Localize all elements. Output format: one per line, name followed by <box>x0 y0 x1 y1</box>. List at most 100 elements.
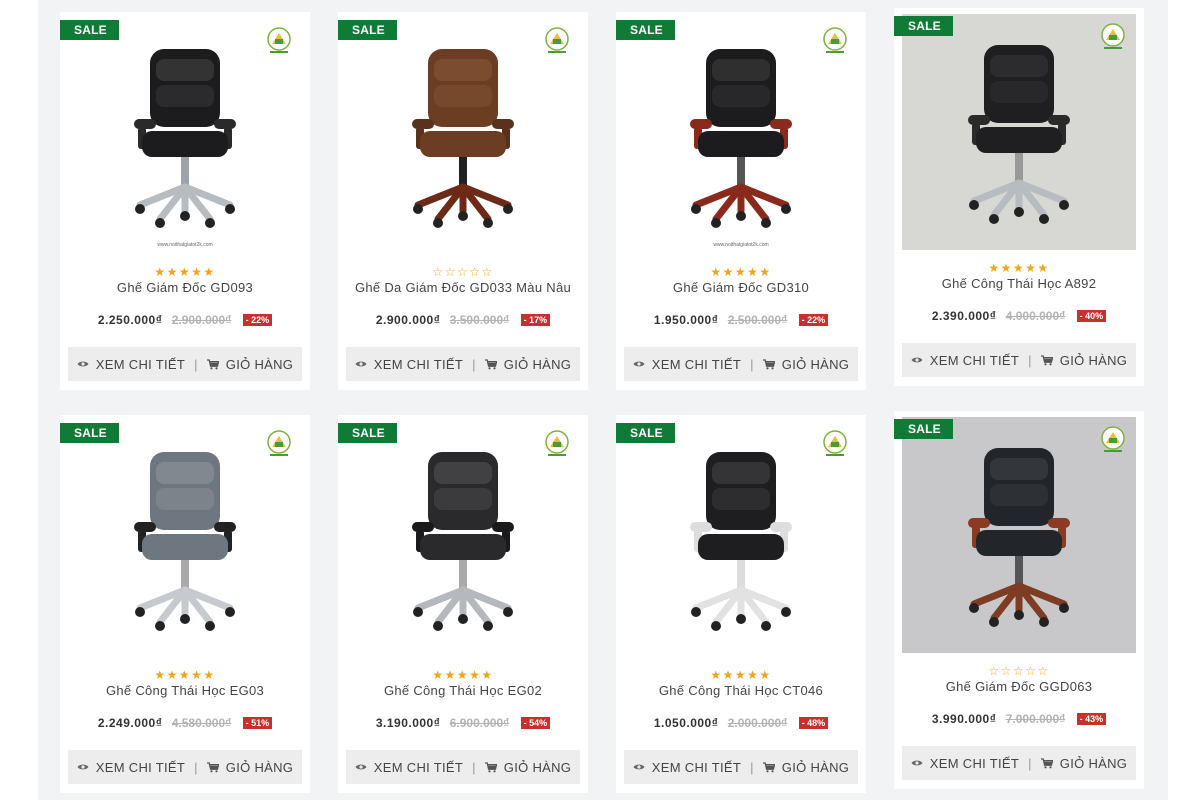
star-icon: ★ <box>1012 261 1026 275</box>
star-icon: ★ <box>759 668 772 682</box>
view-detail-button[interactable]: XEM CHI TIẾT <box>77 357 185 372</box>
product-card-7[interactable]: SALE ★★★★★ Ghế Công Thái Học CT046 1.050… <box>616 415 866 793</box>
product-card-6[interactable]: SALE ★★★★★ Ghế Công Thái Học EG02 3.190.… <box>338 415 588 793</box>
star-icon: ☆ <box>456 265 470 279</box>
image-watermark: www.noithatgiatot2k.com <box>157 242 213 248</box>
product-title[interactable]: Ghế Da Giám Đốc GD033 Màu Nâu <box>338 280 588 295</box>
brand-logo-icon <box>1101 426 1125 452</box>
star-icon: ☆ <box>481 265 494 279</box>
star-icon: ★ <box>734 668 748 682</box>
view-detail-button[interactable]: XEM CHI TIẾT <box>633 760 741 775</box>
product-title[interactable]: Ghế Giám Đốc GD093 <box>60 280 310 295</box>
add-to-cart-button[interactable]: GIỎ HÀNG <box>206 760 293 775</box>
add-to-cart-button[interactable]: GIỎ HÀNG <box>206 357 293 372</box>
old-price: 2.900.000₫ <box>171 313 232 327</box>
brand-logo-icon <box>545 430 569 456</box>
product-title[interactable]: Ghế Công Thái Học CT046 <box>616 683 866 698</box>
star-icon: ☆ <box>1012 664 1026 678</box>
product-title[interactable]: Ghế Giám Đốc GGD063 <box>894 679 1144 694</box>
discount-badge: - 51% <box>242 717 273 729</box>
star-icon: ★ <box>166 668 179 682</box>
product-card-1[interactable]: www.noithatgiatot2k.com SALE ★★★★★ Ghế G… <box>60 12 310 390</box>
product-grid-section: www.noithatgiatot2k.com SALE ★★★★★ Ghế G… <box>38 0 1168 800</box>
view-detail-button[interactable]: XEM CHI TIẾT <box>911 756 1019 771</box>
cart-icon <box>1040 757 1053 768</box>
current-price: 2.249.000₫ <box>97 716 163 730</box>
product-title[interactable]: Ghế Công Thái Học EG02 <box>338 683 588 698</box>
old-price: 4.000.000₫ <box>1005 309 1066 323</box>
product-card-8[interactable]: SALE ☆☆☆☆☆ Ghế Giám Đốc GGD063 3.990.000… <box>894 411 1144 789</box>
chair-image <box>134 49 236 228</box>
add-to-cart-label: GIỎ HÀNG <box>781 759 850 775</box>
current-price: 2.250.000₫ <box>97 313 163 327</box>
old-price: 2.000.000₫ <box>727 716 788 730</box>
discount-badge: - 22% <box>798 314 829 326</box>
view-detail-button[interactable]: XEM CHI TIẾT <box>77 760 185 775</box>
sale-badge: SALE <box>60 20 119 40</box>
sale-badge: SALE <box>616 20 675 40</box>
product-title[interactable]: Ghế Công Thái Học A892 <box>894 276 1144 291</box>
star-icon: ★ <box>747 668 760 682</box>
star-icon: ★ <box>154 265 167 279</box>
product-card-4[interactable]: SALE ★★★★★ Ghế Công Thái Học A892 2.390.… <box>894 8 1144 386</box>
star-icon: ★ <box>747 265 760 279</box>
discount-badge: - 54% <box>520 717 551 729</box>
add-to-cart-button[interactable]: GIỎ HÀNG <box>1040 756 1127 771</box>
product-card-5[interactable]: SALE ★★★★★ Ghế Công Thái Học EG03 2.249.… <box>60 415 310 793</box>
cart-icon <box>484 358 497 369</box>
chair-image <box>134 452 236 631</box>
action-separator: | <box>472 759 476 775</box>
brand-logo-icon <box>267 27 291 53</box>
product-card-3[interactable]: www.noithatgiatot2k.com SALE ★★★★★ Ghế G… <box>616 12 866 390</box>
sale-badge: SALE <box>616 423 675 443</box>
add-to-cart-button[interactable]: GIỎ HÀNG <box>762 356 850 372</box>
add-to-cart-button[interactable]: GIỎ HÀNG <box>1040 352 1128 368</box>
add-to-cart-label: GIỎ HÀNG <box>781 356 850 372</box>
view-detail-label: XEM CHI TIẾT <box>929 755 1020 771</box>
action-separator: | <box>194 759 198 775</box>
star-icon: ☆ <box>469 265 482 279</box>
view-detail-button[interactable]: XEM CHI TIẾT <box>911 353 1019 368</box>
star-icon: ★ <box>710 668 723 682</box>
view-detail-button[interactable]: XEM CHI TIẾT <box>355 357 463 372</box>
price-row: 3.990.000₫ 7.000.000₫ - 43% <box>894 712 1144 726</box>
price-row: 2.250.000₫ 2.900.000₫ - 22% <box>60 313 310 327</box>
eye-icon <box>633 764 645 770</box>
add-to-cart-button[interactable]: GIỎ HÀNG <box>762 759 850 775</box>
old-price: 6.900.000₫ <box>449 716 510 730</box>
star-icon: ★ <box>432 668 445 682</box>
sale-badge: SALE <box>60 423 119 443</box>
current-price: 1.950.000₫ <box>653 313 719 327</box>
star-rating: ☆☆☆☆☆ <box>338 265 588 279</box>
product-card-2[interactable]: SALE ☆☆☆☆☆ Ghế Da Giám Đốc GD033 Màu Nâu… <box>338 12 588 390</box>
sale-badge: SALE <box>338 423 397 443</box>
add-to-cart-label: GIỎ HÀNG <box>503 759 572 775</box>
eye-icon <box>911 760 923 766</box>
discount-badge: - 17% <box>520 314 551 326</box>
eye-icon <box>355 361 367 367</box>
star-icon: ★ <box>1025 261 1038 275</box>
view-detail-button[interactable]: XEM CHI TIẾT <box>633 357 741 372</box>
brand-logo-icon <box>267 430 291 456</box>
product-title[interactable]: Ghế Công Thái Học EG03 <box>60 683 310 698</box>
add-to-cart-button[interactable]: GIỎ HÀNG <box>484 356 572 372</box>
add-to-cart-label: GIỎ HÀNG <box>503 356 572 372</box>
star-rating: ★★★★★ <box>894 261 1144 275</box>
action-separator: | <box>472 356 476 372</box>
star-rating: ★★★★★ <box>616 668 866 682</box>
action-separator: | <box>1028 352 1032 368</box>
current-price: 1.050.000₫ <box>653 716 719 730</box>
star-icon: ★ <box>203 668 216 682</box>
image-watermark: www.noithatgiatot2k.com <box>713 242 769 248</box>
old-price: 2.500.000₫ <box>727 313 788 327</box>
action-separator: | <box>1028 755 1032 771</box>
discount-badge: - 48% <box>798 717 829 729</box>
star-icon: ★ <box>191 668 204 682</box>
add-to-cart-button[interactable]: GIỎ HÀNG <box>484 759 572 775</box>
price-row: 1.950.000₫ 2.500.000₫ - 22% <box>616 313 866 327</box>
add-to-cart-label: GIỎ HÀNG <box>1059 352 1128 368</box>
product-title[interactable]: Ghế Giám Đốc GD310 <box>616 280 866 295</box>
view-detail-button[interactable]: XEM CHI TIẾT <box>355 760 463 775</box>
current-price: 2.900.000₫ <box>375 313 441 327</box>
old-price: 7.000.000₫ <box>1005 712 1066 726</box>
